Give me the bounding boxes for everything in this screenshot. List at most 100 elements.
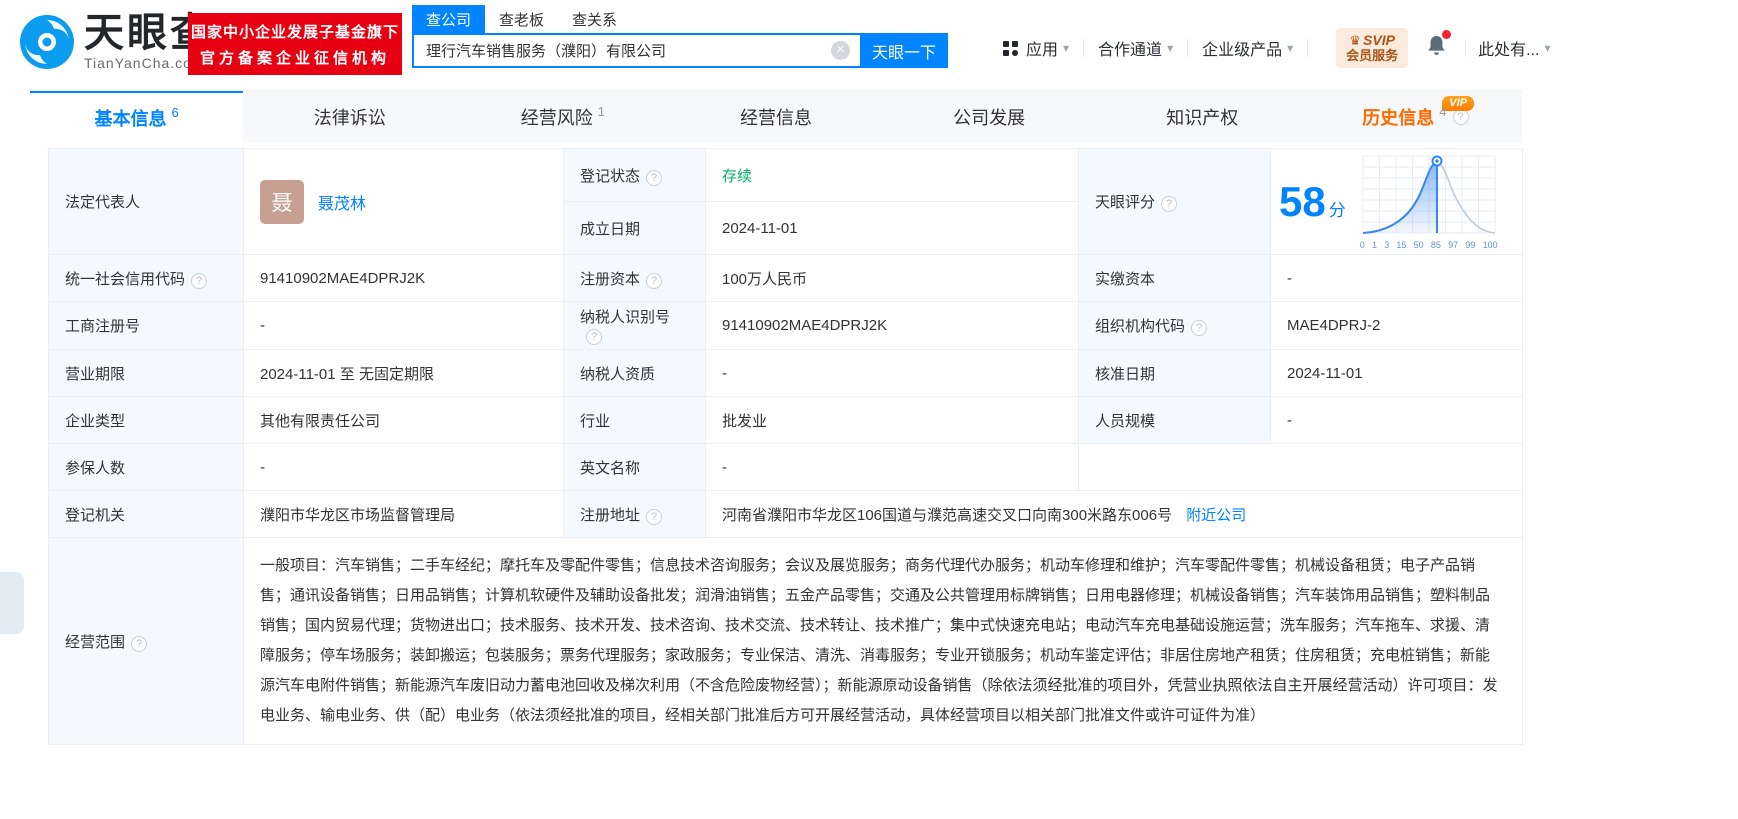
score-axis-labels: 0 1 3 15 50 85 97 99 100 [1360, 240, 1498, 250]
field-label: 组织机构代码 [1095, 318, 1186, 335]
help-icon[interactable]: ? [646, 169, 663, 186]
field-label: 经营范围 [65, 633, 126, 651]
reg-address-label: 注册地址? [563, 490, 706, 538]
score-unit: 分 [1328, 201, 1346, 220]
nav-partner-label: 合作通道 [1098, 42, 1163, 59]
tab-label: 公司发展 [953, 108, 1026, 128]
taxpayer-quality-value: - [705, 349, 1079, 397]
side-float-widget[interactable] [0, 572, 24, 634]
tianyancha-logo[interactable]: 天眼查 TianYanCha.com [18, 13, 213, 71]
chevron-down-icon: ▾ [1167, 41, 1174, 55]
company-type-value: 其他有限责任公司 [243, 396, 564, 444]
notification-dot [1442, 30, 1452, 39]
field-label: 注册地址 [580, 506, 641, 524]
taxpayer-id-value: 91410902MAE4DPRJ2K [705, 301, 1079, 350]
tab-count: 4 [1439, 103, 1447, 119]
reg-capital-label: 注册资本? [563, 254, 706, 302]
field-label: 法定代表人 [65, 194, 141, 211]
paid-capital-value: - [1270, 254, 1523, 302]
field-label: 天眼评分 [1095, 194, 1156, 211]
tab-operating-risk[interactable]: 经营风险 1 [456, 91, 669, 143]
table-row: 营业期限 2024-11-01 至 无固定期限 纳税人资质 - 核准日期 202… [48, 349, 1523, 397]
help-icon[interactable]: ? [1452, 109, 1469, 125]
field-label: 企业类型 [65, 412, 126, 430]
nav-separator [1187, 39, 1189, 57]
tab-count: 1 [597, 103, 605, 119]
notification-bell[interactable] [1426, 30, 1452, 62]
search-tab-company[interactable]: 查公司 [412, 5, 486, 34]
staff-size-label: 人员规模 [1078, 396, 1271, 444]
logo-swirl-icon [20, 15, 74, 69]
reg-authority-value: 濮阳市华龙区市场监督管理局 [243, 490, 564, 538]
help-icon[interactable]: ? [191, 272, 208, 289]
field-label: 参保人数 [65, 459, 126, 477]
field-label: 登记状态 [580, 167, 641, 185]
field-label: 工商注册号 [65, 318, 141, 335]
nav-separator [1083, 39, 1085, 57]
field-label: 登记机关 [65, 506, 126, 524]
legal-rep-link[interactable]: 聂茂林 [318, 190, 366, 214]
search-tab-boss[interactable]: 查老板 [485, 5, 558, 34]
search-input[interactable] [412, 33, 860, 68]
tab-label: 法律诉讼 [313, 108, 386, 128]
basic-info-table: 法定代表人 聂 聂茂林 登记状态? 存续 天眼评分? 58 分 0 1 3 15… [48, 148, 1523, 745]
nav-apps[interactable]: 应用 ▾ [1002, 36, 1069, 60]
table-row: 企业类型 其他有限责任公司 行业 批发业 人员规模 - [48, 396, 1523, 444]
help-icon[interactable]: ? [646, 272, 663, 289]
tab-label: 基本信息 [94, 109, 167, 129]
chevron-down-icon: ▾ [1544, 41, 1551, 55]
reg-address-value: 河南省濮阳市华龙区106国道与濮范高速交叉口向南300米路东006号 附近公司 [705, 490, 1523, 538]
company-type-label: 企业类型 [48, 396, 244, 444]
avatar[interactable]: 聂 [260, 179, 304, 224]
axis-tick: 15 [1396, 240, 1407, 250]
tab-label: 经营信息 [739, 108, 812, 128]
nav-enterprise-label: 企业级产品 [1202, 42, 1283, 59]
field-label: 纳税人资质 [580, 365, 656, 383]
help-icon[interactable]: ? [131, 635, 148, 652]
empty-cell [1078, 443, 1523, 491]
tab-intellectual-property[interactable]: 知识产权 [1096, 91, 1309, 143]
legal-rep-cell: 聂 聂茂林 [243, 148, 564, 255]
address-text: 河南省濮阳市华龙区106国道与濮范高速交叉口向南300米路东006号 [722, 506, 1173, 524]
apps-grid-icon [1003, 40, 1018, 56]
staff-size-value: - [1270, 396, 1523, 444]
search-tabs: 查公司 查老板 查关系 [412, 5, 948, 34]
approval-date-label: 核准日期 [1078, 349, 1271, 397]
table-row: 统一社会信用代码? 91410902MAE4DPRJ2K 注册资本? 100万人… [48, 254, 1523, 302]
tab-label: 知识产权 [1166, 108, 1239, 128]
clear-icon[interactable]: ✕ [831, 41, 850, 60]
cert-badge-line1: 国家中小企业发展子基金旗下 [190, 23, 399, 41]
org-code-label: 组织机构代码? [1078, 301, 1271, 350]
help-icon[interactable]: ? [586, 329, 602, 345]
tab-company-development[interactable]: 公司发展 [883, 91, 1096, 143]
approval-date-value: 2024-11-01 [1270, 349, 1523, 397]
table-row: 经营范围? 一般项目：汽车销售；二手车经纪；摩托车及零配件零售；信息技术咨询服务… [48, 537, 1523, 745]
field-label: 人员规模 [1095, 412, 1156, 430]
axis-tick: 1 [1371, 240, 1377, 250]
search-area: 查公司 查老板 查关系 ✕ 天眼一下 [412, 5, 948, 68]
help-icon[interactable]: ? [1161, 196, 1178, 212]
help-icon[interactable]: ? [1191, 320, 1208, 336]
user-menu[interactable]: 此处有... ▾ [1478, 36, 1550, 60]
tab-business-info[interactable]: 经营信息 [669, 91, 882, 143]
credit-code-label: 统一社会信用代码? [48, 254, 244, 302]
reg-capital-value: 100万人民币 [705, 254, 1079, 302]
table-row: 参保人数 - 英文名称 - [48, 443, 1523, 491]
svip-member-badge[interactable]: ♛ SVIP 会员服务 [1336, 28, 1409, 68]
business-scope-label: 经营范围? [48, 537, 244, 745]
field-label: 统一社会信用代码 [65, 270, 186, 288]
tab-basic-info[interactable]: 基本信息 6 [30, 91, 244, 143]
tab-legal-proceedings[interactable]: 法律诉讼 [243, 91, 456, 143]
nav-apps-label: 应用 [1026, 42, 1059, 59]
user-menu-label: 此处有... [1478, 42, 1540, 59]
svip-sub-label: 会员服务 [1346, 48, 1399, 63]
search-button[interactable]: 天眼一下 [860, 33, 948, 68]
search-tab-relation[interactable]: 查关系 [558, 5, 631, 34]
nav-enterprise-products[interactable]: 企业级产品 ▾ [1202, 36, 1293, 60]
nav-partner-channel[interactable]: 合作通道 ▾ [1098, 36, 1173, 60]
industry-label: 行业 [563, 396, 706, 444]
tab-history-info[interactable]: VIP 历史信息 4 ? [1309, 91, 1522, 143]
nearby-companies-link[interactable]: 附近公司 [1186, 507, 1246, 524]
business-term-label: 营业期限 [48, 349, 244, 397]
help-icon[interactable]: ? [646, 508, 663, 525]
